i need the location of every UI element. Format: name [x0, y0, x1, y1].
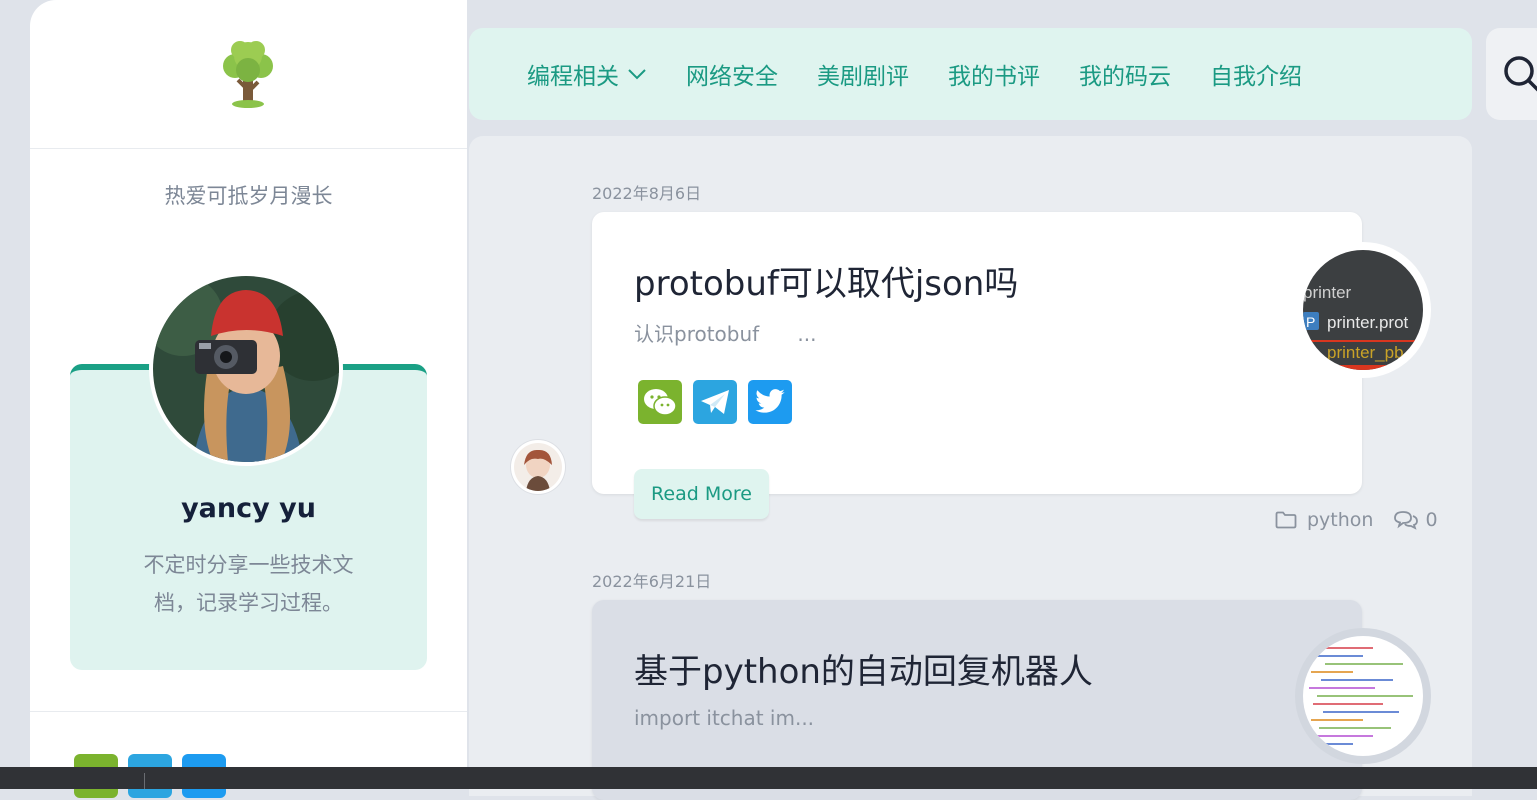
- profile-avatar[interactable]: [149, 272, 343, 466]
- code-thumbnail-image: printer P printer.prot printer_pb: [1303, 250, 1423, 370]
- post-title[interactable]: protobuf可以取代json吗: [634, 256, 1018, 305]
- wechat-share-button[interactable]: [638, 380, 682, 424]
- search-icon: [1504, 56, 1537, 92]
- post-date: 2022年6月21日: [592, 572, 712, 591]
- post-meta: python 0: [1275, 509, 1438, 531]
- post-thumbnail[interactable]: [1295, 628, 1431, 764]
- post-list: 2022年8月6日 protobuf可以取代json吗 认识protobuf .…: [469, 136, 1472, 800]
- nav-item-tv-reviews[interactable]: 美剧剧评: [817, 57, 909, 91]
- code-thumbnail-image: [1303, 636, 1423, 756]
- divider: [30, 711, 467, 712]
- twitter-icon: [755, 389, 785, 413]
- share-buttons: [638, 380, 792, 424]
- sidebar: 热爱可抵岁月漫长 yancy yu 不定时分享一些技术文档，记录学习过程。: [30, 0, 467, 798]
- wechat-icon: [644, 389, 677, 416]
- nav-item-programming[interactable]: 编程相关: [527, 57, 647, 91]
- post-card: protobuf可以取代json吗 认识protobuf ... Read Mo…: [592, 212, 1362, 519]
- taskbar: [0, 767, 1537, 789]
- main-nav: 编程相关 网络安全 美剧剧评 我的书评 我的码云 自我介绍: [469, 28, 1472, 120]
- folder-icon: [1275, 511, 1297, 529]
- search-button[interactable]: [1486, 28, 1537, 120]
- nav-item-about[interactable]: 自我介绍: [1210, 57, 1302, 91]
- profile-name: yancy yu: [181, 493, 316, 524]
- post-excerpt: 认识protobuf ...: [634, 322, 817, 346]
- post-excerpt: import itchat im...: [634, 706, 815, 730]
- author-avatar[interactable]: [511, 440, 565, 494]
- comment-count[interactable]: 0: [1425, 509, 1437, 531]
- profile-description: 不定时分享一些技术文档，记录学习过程。: [143, 553, 354, 615]
- read-more-button[interactable]: Read More: [634, 469, 769, 519]
- comments-icon: [1394, 511, 1419, 530]
- telegram-share-button[interactable]: [693, 380, 737, 424]
- svg-text:printer.prot: printer.prot: [1327, 313, 1409, 332]
- nav-item-security[interactable]: 网络安全: [686, 57, 778, 91]
- telegram-icon: [701, 390, 729, 414]
- logo-area: [30, 0, 467, 149]
- post-date: 2022年8月6日: [592, 184, 702, 203]
- post-thumbnail[interactable]: printer P printer.prot printer_pb: [1295, 242, 1431, 378]
- twitter-share-button[interactable]: [748, 380, 792, 424]
- svg-text:printer_pb: printer_pb: [1327, 343, 1404, 362]
- taskbar-separator: [144, 773, 145, 789]
- site-tagline: 热爱可抵岁月漫长: [164, 184, 333, 208]
- post-title[interactable]: 基于python的自动回复机器人: [634, 644, 1093, 693]
- nav-item-gitee[interactable]: 我的码云: [1079, 57, 1171, 91]
- chevron-down-icon: [628, 69, 646, 80]
- nav-item-label: 编程相关: [527, 64, 619, 90]
- tree-logo-icon[interactable]: [220, 40, 276, 110]
- svg-text:printer: printer: [1303, 283, 1352, 302]
- svg-text:P: P: [1306, 314, 1315, 330]
- post-category-link[interactable]: python: [1307, 509, 1373, 531]
- nav-item-book-reviews[interactable]: 我的书评: [948, 57, 1040, 91]
